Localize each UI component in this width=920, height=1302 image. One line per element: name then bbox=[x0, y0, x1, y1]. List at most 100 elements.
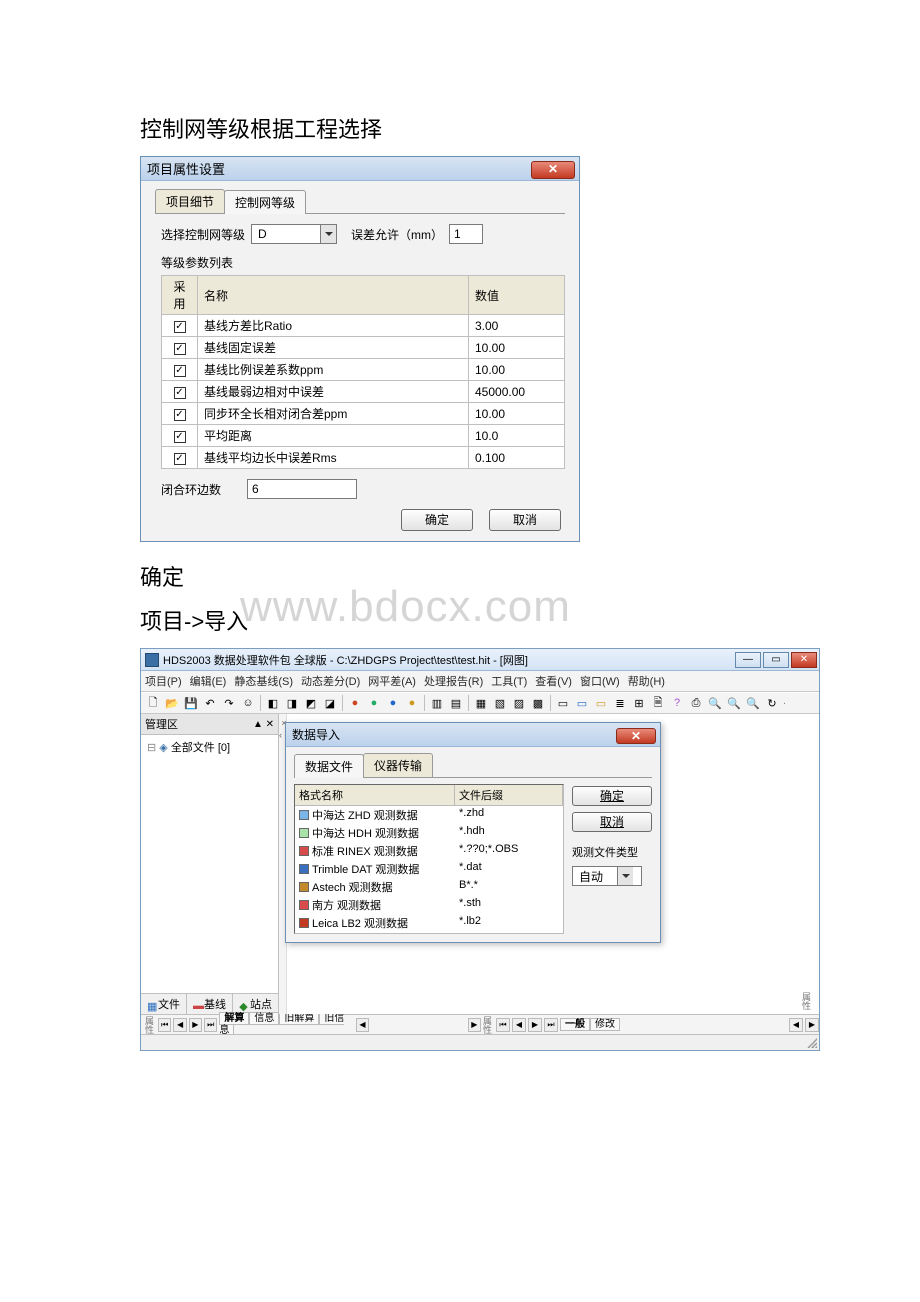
sidebar-tab[interactable]: ◆站点 bbox=[233, 994, 278, 1014]
doc-icon[interactable]: 🗎 bbox=[650, 695, 666, 711]
list-item[interactable]: 中海达 HDH 观测数据*.hdh bbox=[295, 824, 563, 842]
tool-icon[interactable]: ● bbox=[366, 695, 382, 711]
chart-icon[interactable]: ▤ bbox=[448, 695, 464, 711]
scroll-left-icon[interactable]: ◀ bbox=[356, 1018, 369, 1032]
nav-last-icon[interactable]: ⏭ bbox=[544, 1018, 558, 1032]
panel-icon[interactable]: ▭ bbox=[555, 695, 571, 711]
menu-item[interactable]: 查看(V) bbox=[535, 673, 572, 689]
menu-item[interactable]: 项目(P) bbox=[145, 673, 182, 689]
list-item[interactable]: Leica LB2 观测数据*.lb2 bbox=[295, 914, 563, 932]
dropdown-control-level[interactable]: D bbox=[251, 224, 337, 244]
tab-project-detail[interactable]: 项目细节 bbox=[155, 189, 225, 213]
scroll-left-icon[interactable]: ◀ bbox=[789, 1018, 803, 1032]
help-icon[interactable]: ? bbox=[669, 695, 685, 711]
import-cancel-button[interactable]: 取消 bbox=[572, 812, 652, 832]
undo-icon[interactable]: ↶ bbox=[202, 695, 218, 711]
status-tab[interactable]: 信息 bbox=[249, 1012, 279, 1025]
refresh-icon[interactable]: ↻ bbox=[764, 695, 780, 711]
redo-icon[interactable]: ↷ bbox=[221, 695, 237, 711]
smiley-icon[interactable]: ☺ bbox=[240, 695, 256, 711]
pin-icon[interactable]: ▲ ✕ bbox=[253, 719, 274, 730]
tab-device-transfer[interactable]: 仪器传输 bbox=[363, 753, 433, 777]
status-tab[interactable]: 一般 bbox=[560, 1018, 590, 1031]
import-ok-button[interactable]: 确定 bbox=[572, 786, 652, 806]
list-item[interactable]: 标准 RINEX 观测数据*.??0;*.OBS bbox=[295, 842, 563, 860]
tool-icon[interactable]: ● bbox=[385, 695, 401, 711]
tab-control-level[interactable]: 控制网等级 bbox=[224, 190, 306, 214]
tree-root-node[interactable]: 全部文件 [0] bbox=[171, 742, 230, 754]
input-error-allow[interactable] bbox=[449, 224, 483, 244]
tool-icon[interactable]: ▧ bbox=[492, 695, 508, 711]
resize-grip-icon[interactable] bbox=[807, 1038, 817, 1048]
tool-icon[interactable]: ◨ bbox=[284, 695, 300, 711]
format-list[interactable]: 格式名称 文件后缀 中海达 ZHD 观测数据*.zhd中海达 HDH 观测数据*… bbox=[294, 784, 564, 934]
checkbox[interactable]: ✓ bbox=[174, 453, 186, 465]
nav-last-icon[interactable]: ⏭ bbox=[204, 1018, 217, 1032]
zoom-fit-icon[interactable]: 🔍 bbox=[745, 695, 761, 711]
nav-prev-icon[interactable]: ◀ bbox=[512, 1018, 526, 1032]
tool-icon[interactable]: ◩ bbox=[303, 695, 319, 711]
checkbox[interactable]: ✓ bbox=[174, 321, 186, 333]
sidebar-tab[interactable]: ▬基线 bbox=[187, 994, 233, 1014]
grid-icon[interactable]: ⊞ bbox=[631, 695, 647, 711]
menu-item[interactable]: 编辑(E) bbox=[190, 673, 227, 689]
tab-data-file[interactable]: 数据文件 bbox=[294, 754, 364, 778]
menu-item[interactable]: 工具(T) bbox=[491, 673, 527, 689]
maximize-button[interactable]: ▭ bbox=[763, 652, 789, 668]
checkbox[interactable]: ✓ bbox=[174, 387, 186, 399]
open-file-icon[interactable]: 📂 bbox=[164, 695, 180, 711]
menu-item[interactable]: 静态基线(S) bbox=[234, 673, 293, 689]
status-tab[interactable]: 解算 bbox=[219, 1012, 249, 1025]
tool-icon[interactable]: ● bbox=[347, 695, 363, 711]
panel-icon[interactable]: ▭ bbox=[574, 695, 590, 711]
cancel-button[interactable]: 取消 bbox=[489, 509, 561, 531]
checkbox[interactable]: ✓ bbox=[174, 431, 186, 443]
chart-icon[interactable]: ▥ bbox=[429, 695, 445, 711]
scroll-right-icon[interactable]: ▶ bbox=[805, 1018, 819, 1032]
menu-item[interactable]: 帮助(H) bbox=[628, 673, 665, 689]
tool-icon[interactable]: ▦ bbox=[473, 695, 489, 711]
checkbox[interactable]: ✓ bbox=[174, 409, 186, 421]
nav-first-icon[interactable]: ⏮ bbox=[158, 1018, 171, 1032]
tool-icon[interactable]: ▨ bbox=[511, 695, 527, 711]
menu-item[interactable]: 动态差分(D) bbox=[301, 673, 360, 689]
zoom-out-icon[interactable]: 🔍 bbox=[726, 695, 742, 711]
tool-icon[interactable]: ◪ bbox=[322, 695, 338, 711]
panel-icon[interactable]: ▭ bbox=[593, 695, 609, 711]
nav-next-icon[interactable]: ▶ bbox=[189, 1018, 202, 1032]
sidebar-tree[interactable]: ⊟ ◈ 全部文件 [0] bbox=[141, 735, 278, 993]
list-item[interactable]: Trimble DAT 观测数据*.dat bbox=[295, 860, 563, 878]
checkbox[interactable]: ✓ bbox=[174, 343, 186, 355]
list-item[interactable]: 南方 观测数据*.sth bbox=[295, 896, 563, 914]
save-icon[interactable]: 💾 bbox=[183, 695, 199, 711]
chevron-down-icon[interactable] bbox=[617, 867, 633, 885]
nav-first-icon[interactable]: ⏮ bbox=[496, 1018, 510, 1032]
menu-item[interactable]: 处理报告(R) bbox=[424, 673, 483, 689]
ok-button[interactable]: 确定 bbox=[401, 509, 473, 531]
close-button[interactable]: ✕ bbox=[531, 161, 575, 179]
canvas-area[interactable]: × ‹ 数据导入 ✕ 数据文件 仪器传输 bbox=[279, 714, 819, 1014]
status-tab[interactable]: 修改 bbox=[590, 1018, 620, 1031]
tool-icon[interactable]: ▩ bbox=[530, 695, 546, 711]
tool-icon[interactable]: ◧ bbox=[265, 695, 281, 711]
list-item[interactable]: Astech 观测数据B*.* bbox=[295, 878, 563, 896]
sidebar-tab[interactable]: ▦文件 bbox=[141, 994, 187, 1014]
nav-next-icon[interactable]: ▶ bbox=[528, 1018, 542, 1032]
close-button[interactable]: ✕ bbox=[616, 728, 656, 744]
list-item[interactable]: Leica DS 观测数据*.ds bbox=[295, 932, 563, 934]
input-loop-edges[interactable] bbox=[247, 479, 357, 499]
minimize-button[interactable]: — bbox=[735, 652, 761, 668]
chevron-down-icon[interactable] bbox=[320, 225, 336, 243]
zoom-in-icon[interactable]: 🔍 bbox=[707, 695, 723, 711]
nav-prev-icon[interactable]: ◀ bbox=[173, 1018, 186, 1032]
dropdown-filetype[interactable]: 自动 bbox=[572, 866, 642, 886]
scroll-right-icon[interactable]: ▶ bbox=[468, 1018, 481, 1032]
close-button[interactable]: ✕ bbox=[791, 652, 817, 668]
menu-item[interactable]: 窗口(W) bbox=[580, 673, 620, 689]
new-file-icon[interactable]: 🗋 bbox=[145, 695, 161, 711]
list-icon[interactable]: ≣ bbox=[612, 695, 628, 711]
checkbox[interactable]: ✓ bbox=[174, 365, 186, 377]
print-icon[interactable]: ⎙ bbox=[688, 695, 704, 711]
menu-item[interactable]: 网平差(A) bbox=[368, 673, 416, 689]
tool-icon[interactable]: ● bbox=[404, 695, 420, 711]
